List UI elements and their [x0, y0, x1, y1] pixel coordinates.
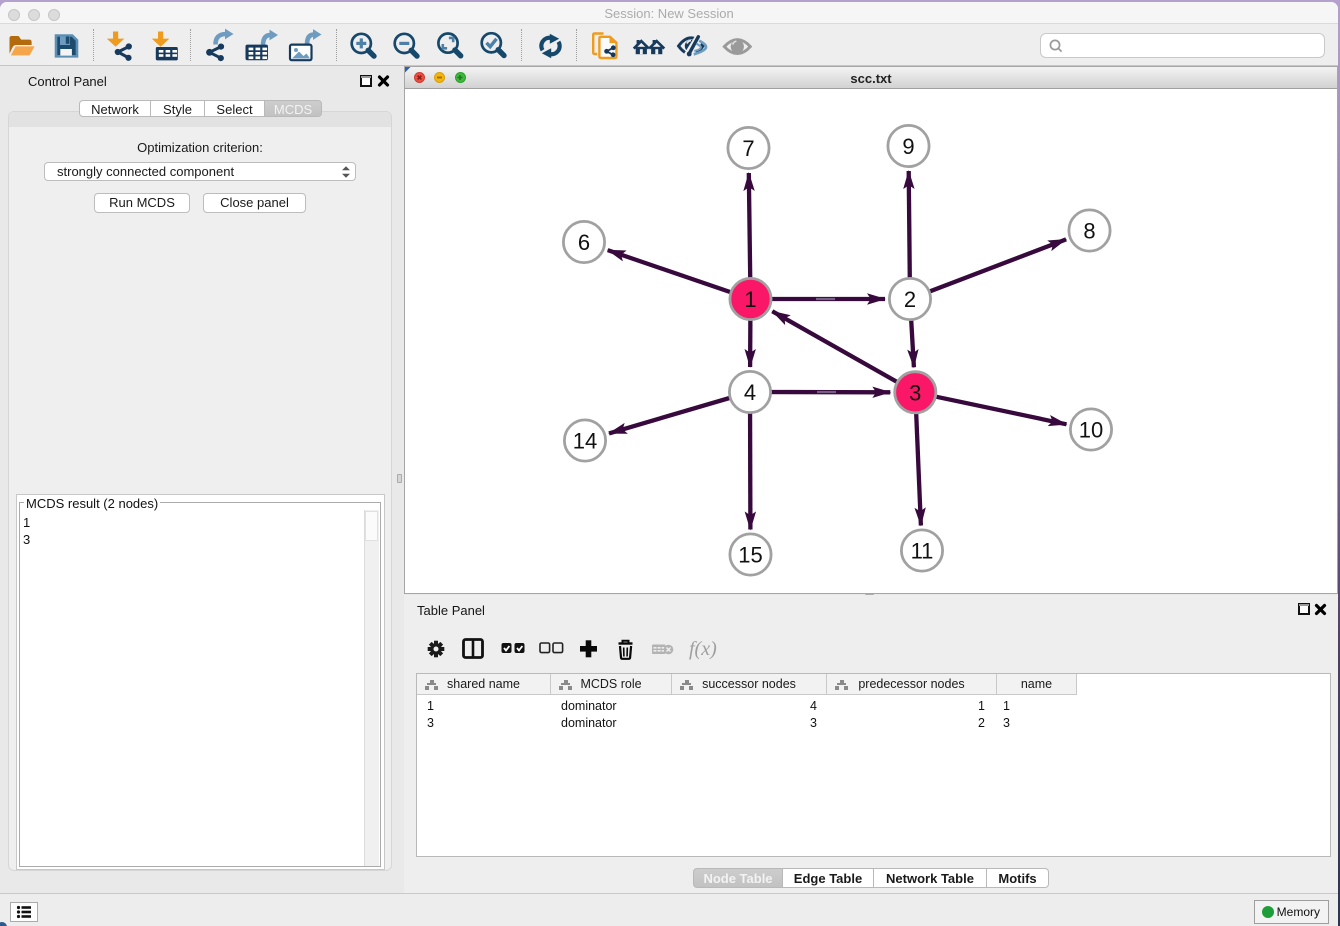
- svg-text:1: 1: [744, 287, 756, 312]
- svg-text:f(x): f(x): [689, 638, 717, 660]
- svg-text:11: 11: [911, 539, 934, 564]
- svg-text:15: 15: [738, 543, 762, 568]
- svg-text:8: 8: [1083, 219, 1095, 244]
- svg-text:10: 10: [1079, 418, 1103, 443]
- svg-text:6: 6: [578, 230, 590, 255]
- svg-text:14: 14: [573, 429, 597, 454]
- svg-text:9: 9: [902, 134, 914, 159]
- svg-text:3: 3: [909, 380, 921, 405]
- svg-text:2: 2: [904, 287, 916, 312]
- svg-text:4: 4: [744, 380, 756, 405]
- svg-text:7: 7: [742, 136, 754, 161]
